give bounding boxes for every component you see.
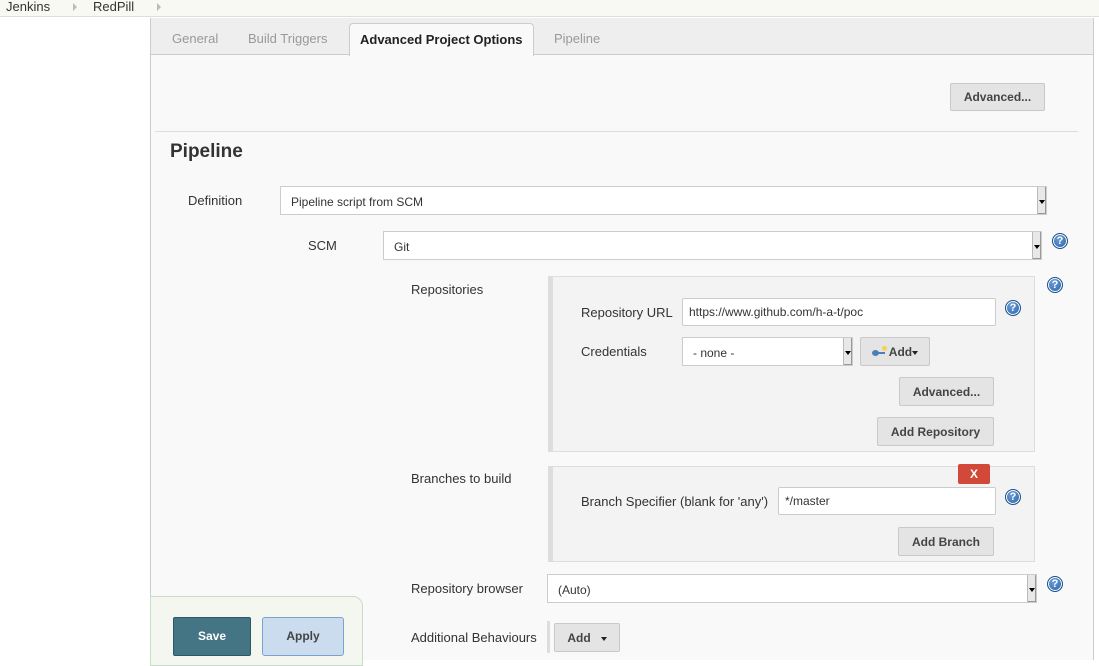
repositories-help-icon[interactable]: ? [1047, 277, 1063, 293]
pipeline-section-title: Pipeline [170, 141, 243, 162]
branch-entry: X Branch Specifier (blank for 'any') ? A… [548, 464, 1035, 562]
config-panel: General Build Triggers Advanced Project … [150, 18, 1094, 660]
tab-advanced-project-options[interactable]: Advanced Project Options [349, 23, 534, 56]
section-divider [155, 131, 1078, 132]
definition-label: Definition [188, 193, 243, 208]
add-credentials-label: Add [888, 345, 913, 359]
add-behaviour-button[interactable]: Add [554, 623, 620, 652]
branch-specifier-help-icon[interactable]: ? [1005, 489, 1021, 505]
repository-url-label: Repository URL [581, 305, 673, 320]
breadcrumb-item-jenkins[interactable]: Jenkins [6, 0, 50, 14]
chevron-down-icon[interactable] [843, 338, 852, 365]
credentials-label: Credentials [581, 344, 647, 359]
repository-browser-label: Repository browser [411, 581, 523, 596]
breadcrumb: Jenkins RedPill [0, 0, 1099, 17]
caret-down-icon [600, 636, 607, 641]
key-icon [871, 345, 887, 357]
repository-entry: Repository URL ? Credentials - none - Ad… [548, 276, 1035, 452]
repository-browser-help-icon[interactable]: ? [1047, 576, 1063, 592]
caret-down-icon [912, 350, 919, 355]
config-tabs: General Build Triggers Advanced Project … [151, 18, 1093, 56]
tab-general[interactable]: General [172, 18, 218, 55]
repository-advanced-button[interactable]: Advanced... [899, 377, 994, 406]
save-button[interactable]: Save [173, 617, 251, 656]
chevron-down-icon[interactable] [1027, 575, 1036, 602]
scm-help-icon[interactable]: ? [1052, 233, 1068, 249]
scm-select[interactable]: Git [383, 231, 1042, 260]
chevron-down-icon[interactable] [1037, 187, 1046, 214]
chevron-down-icon[interactable] [1032, 232, 1041, 259]
branch-specifier-input[interactable] [778, 487, 996, 515]
definition-select[interactable]: Pipeline script from SCM [280, 186, 1047, 215]
add-repository-button[interactable]: Add Repository [877, 417, 994, 446]
definition-select-value: Pipeline script from SCM [291, 195, 424, 209]
breadcrumb-separator-icon[interactable] [157, 3, 161, 11]
advanced-project-options-advanced-button[interactable]: Advanced... [950, 83, 1045, 111]
tab-pipeline[interactable]: Pipeline [554, 18, 600, 55]
additional-behaviours-label: Additional Behaviours [411, 630, 537, 645]
scm-select-value: Git [394, 240, 410, 254]
additional-behaviours-divider [547, 621, 550, 653]
credentials-select-value: - none - [693, 346, 735, 360]
save-bar: Save Apply [150, 596, 363, 666]
apply-button[interactable]: Apply [262, 617, 344, 656]
tab-build-triggers[interactable]: Build Triggers [248, 18, 327, 55]
add-behaviour-label: Add [567, 631, 591, 645]
branches-label: Branches to build [411, 471, 512, 486]
repository-browser-select[interactable]: (Auto) [547, 574, 1037, 603]
delete-branch-button[interactable]: X [958, 464, 990, 484]
repositories-label: Repositories [411, 282, 484, 297]
repository-url-input[interactable] [682, 298, 996, 326]
breadcrumb-separator-icon[interactable] [73, 3, 77, 11]
add-credentials-button[interactable]: Add [860, 337, 930, 366]
repository-browser-select-value: (Auto) [558, 583, 591, 597]
add-branch-button[interactable]: Add Branch [898, 527, 994, 556]
scm-label: SCM [308, 238, 337, 253]
repository-url-help-icon[interactable]: ? [1005, 300, 1021, 316]
branch-specifier-label: Branch Specifier (blank for 'any') [581, 494, 769, 509]
credentials-select[interactable]: - none - [682, 337, 853, 366]
breadcrumb-item-redpill[interactable]: RedPill [93, 0, 134, 14]
